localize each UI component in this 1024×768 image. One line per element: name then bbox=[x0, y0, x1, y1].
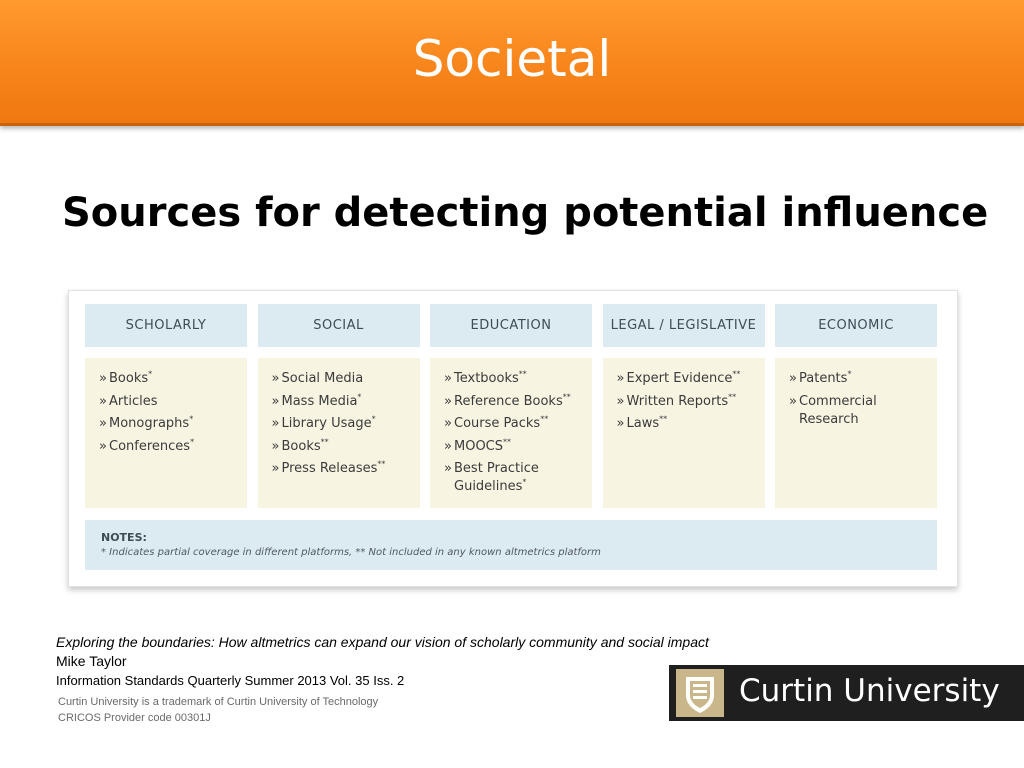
source-item-label: Library Usage bbox=[281, 416, 372, 431]
source-columns: SCHOLARLYBooks*ArticlesMonographs*Confer… bbox=[85, 304, 937, 510]
source-list: Patents* Commercial Research bbox=[789, 370, 931, 429]
coverage-mark: ** bbox=[377, 459, 386, 469]
curtin-crest-icon bbox=[676, 669, 724, 717]
coverage-mark: * bbox=[190, 437, 195, 447]
source-item: Written Reports** bbox=[617, 393, 759, 411]
citation: Exploring the boundaries: How altmetrics… bbox=[56, 633, 709, 690]
coverage-mark: * bbox=[357, 392, 362, 402]
source-item: Social Media bbox=[272, 370, 414, 388]
source-item: Monographs* bbox=[99, 415, 241, 433]
citation-author: Mike Taylor bbox=[56, 653, 127, 669]
source-item: Reference Books** bbox=[444, 393, 586, 411]
notes-box: NOTES: * Indicates partial coverage in d… bbox=[85, 520, 937, 570]
source-item-label: Laws bbox=[626, 416, 660, 431]
footer-trademark: Curtin University is a trademark of Curt… bbox=[58, 696, 379, 708]
source-item: Patents* bbox=[789, 370, 931, 388]
source-item-label: Books bbox=[109, 371, 149, 386]
title-banner: Societal bbox=[0, 0, 1024, 126]
source-item: Course Packs** bbox=[444, 415, 586, 433]
source-item: Mass Media* bbox=[272, 393, 414, 411]
source-item: Expert Evidence** bbox=[617, 370, 759, 388]
coverage-mark: * bbox=[522, 477, 527, 487]
coverage-mark: ** bbox=[503, 437, 512, 447]
column-header: EDUCATION bbox=[430, 304, 592, 347]
source-item-label: Conferences bbox=[109, 438, 191, 454]
source-item: Best Practice Guidelines* bbox=[444, 460, 586, 496]
column-header: SCHOLARLY bbox=[85, 304, 247, 347]
notes-title: NOTES: bbox=[101, 531, 147, 544]
coverage-mark: ** bbox=[728, 392, 737, 402]
source-list: Expert Evidence**Written Reports**Laws** bbox=[617, 370, 759, 433]
column-body: Books*ArticlesMonographs*Conferences* bbox=[85, 358, 247, 508]
source-item: Books* bbox=[99, 370, 241, 388]
source-item: MOOCS** bbox=[444, 438, 586, 456]
source-item-label: Expert Evidence bbox=[626, 371, 733, 386]
source-item-label: MOOCS bbox=[454, 438, 504, 454]
source-item: Laws** bbox=[617, 415, 759, 433]
column-header: SOCIAL bbox=[257, 304, 420, 347]
footer: Curtin University is a trademark of Curt… bbox=[58, 694, 378, 726]
source-list: Textbooks**Reference Books**Course Packs… bbox=[444, 370, 586, 496]
column-body: Patents* Commercial Research bbox=[775, 358, 937, 508]
source-item: Library Usage* bbox=[272, 415, 414, 433]
source-item-label: Reference Books bbox=[454, 393, 563, 409]
curtin-logo: Curtin University bbox=[669, 665, 1024, 721]
coverage-mark: * bbox=[847, 369, 852, 379]
source-item: Textbooks** bbox=[444, 370, 586, 388]
coverage-mark: ** bbox=[659, 414, 668, 424]
column-body: Expert Evidence**Written Reports**Laws** bbox=[602, 358, 765, 508]
source-item-label: Mass Media bbox=[281, 393, 358, 409]
citation-source: Information Standards Quarterly Summer 2… bbox=[56, 673, 405, 688]
column-header: LEGAL / LEGISLATIVE bbox=[602, 304, 765, 347]
source-column: SOCIALSocial MediaMass Media*Library Usa… bbox=[257, 304, 420, 510]
coverage-mark: * bbox=[148, 369, 153, 379]
source-item-label: Textbooks bbox=[454, 371, 519, 386]
coverage-mark: * bbox=[189, 414, 194, 424]
footer-cricos: CRICOS Provider code 00301J bbox=[58, 712, 211, 724]
source-item: Commercial Research bbox=[789, 393, 931, 429]
source-item: Articles bbox=[99, 393, 241, 411]
logo-text: Curtin University bbox=[739, 673, 1000, 709]
source-column: ECONOMIC Patents* Commercial Research bbox=[775, 304, 937, 510]
slide-title: Sources for detecting potential influenc… bbox=[62, 190, 989, 236]
source-item: Conferences* bbox=[99, 438, 241, 456]
source-item-label: Articles bbox=[109, 393, 158, 409]
coverage-mark: ** bbox=[518, 369, 527, 379]
source-item-label: Commercial Research bbox=[799, 393, 877, 427]
source-item-label: Course Packs bbox=[454, 416, 541, 431]
citation-title: Exploring the boundaries: How altmetrics… bbox=[56, 634, 709, 650]
coverage-mark: ** bbox=[732, 369, 741, 379]
source-item: Books** bbox=[272, 438, 414, 456]
coverage-mark: ** bbox=[562, 392, 571, 402]
source-column: SCHOLARLYBooks*ArticlesMonographs*Confer… bbox=[85, 304, 247, 510]
column-body: Textbooks**Reference Books**Course Packs… bbox=[430, 358, 592, 508]
coverage-mark: ** bbox=[540, 414, 549, 424]
source-item-label: Books bbox=[281, 438, 321, 454]
source-item-label: Social Media bbox=[281, 371, 364, 386]
source-column: LEGAL / LEGISLATIVEExpert Evidence**Writ… bbox=[602, 304, 765, 510]
source-list: Social MediaMass Media*Library Usage*Boo… bbox=[272, 370, 414, 478]
source-item-label: Patents bbox=[799, 371, 848, 386]
notes-text: * Indicates partial coverage in differen… bbox=[101, 547, 601, 558]
source-item-label: Press Releases bbox=[281, 461, 378, 476]
coverage-mark: * bbox=[371, 414, 376, 424]
source-list: Books*ArticlesMonographs*Conferences* bbox=[99, 370, 241, 456]
column-body: Social MediaMass Media*Library Usage*Boo… bbox=[257, 358, 420, 508]
source-item-label: Monographs bbox=[109, 416, 190, 431]
banner-title: Societal bbox=[412, 30, 612, 88]
coverage-mark: ** bbox=[320, 437, 329, 447]
source-column: EDUCATIONTextbooks**Reference Books**Cou… bbox=[430, 304, 592, 510]
sources-figure: SCHOLARLYBooks*ArticlesMonographs*Confer… bbox=[68, 290, 958, 587]
source-item-label: Written Reports bbox=[626, 393, 729, 409]
source-item: Press Releases** bbox=[272, 460, 414, 478]
column-header: ECONOMIC bbox=[775, 304, 937, 347]
